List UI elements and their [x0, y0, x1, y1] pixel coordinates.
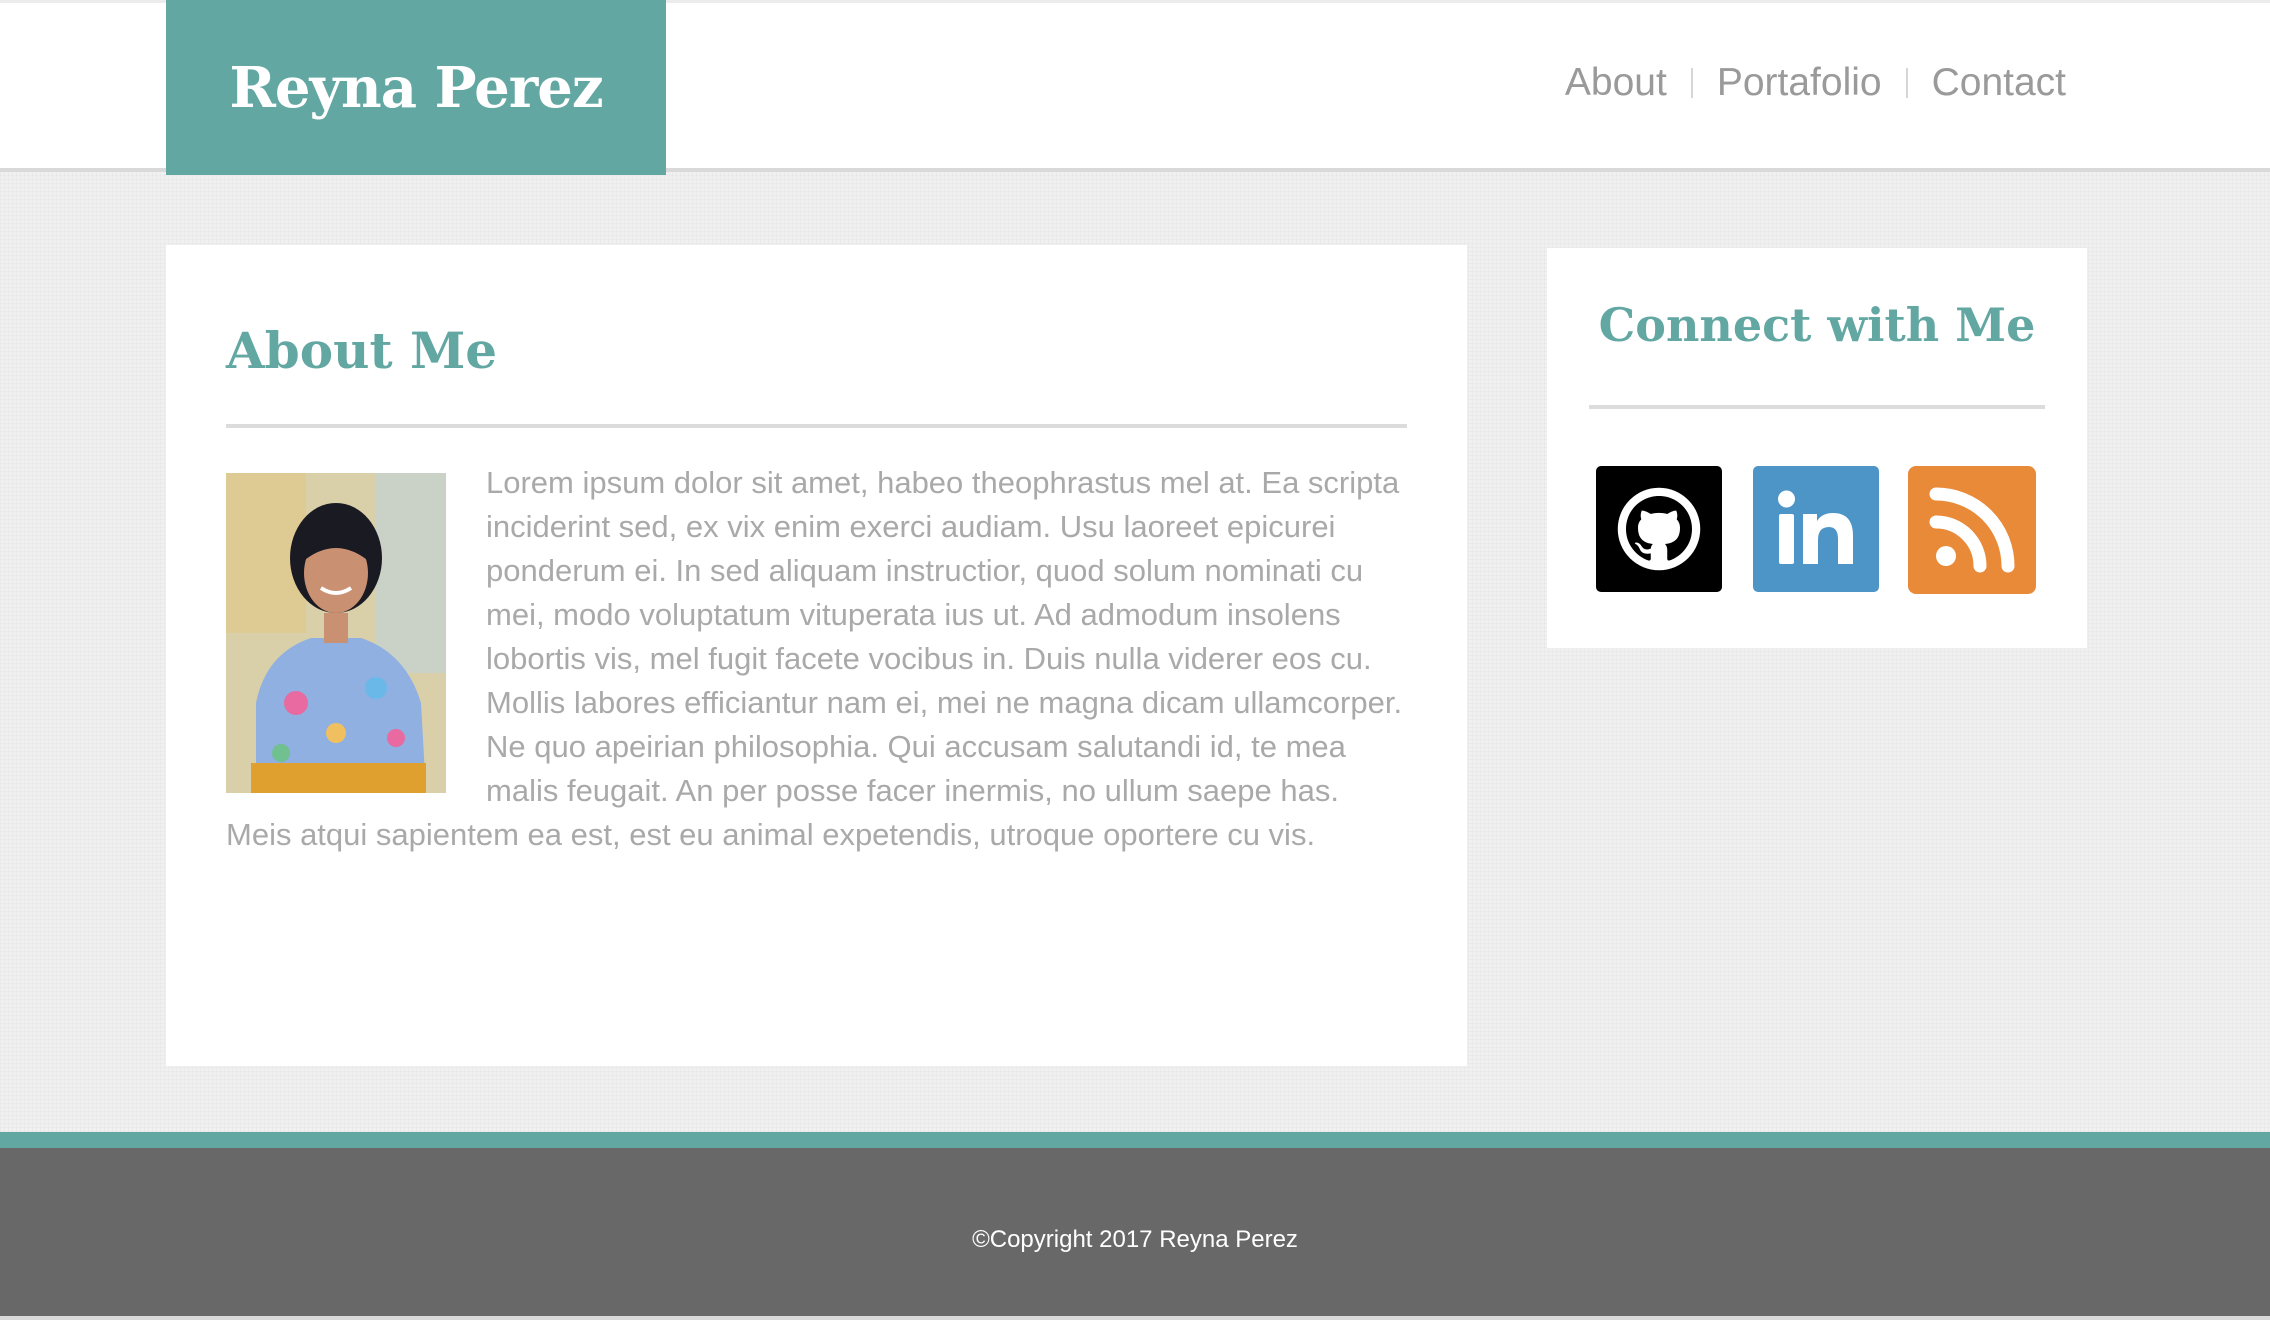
about-body: Lorem ipsum dolor sit amet, habeo theoph… [226, 461, 1407, 857]
linkedin-link[interactable] [1753, 466, 1879, 592]
copyright-text: ©Copyright 2017 Reyna Perez [972, 1226, 1298, 1253]
connect-title: Connect with Me [1598, 298, 2036, 352]
github-icon [1617, 487, 1701, 571]
rss-link[interactable] [1908, 466, 2036, 594]
site-footer: ©Copyright 2017 Reyna Perez [0, 1148, 2270, 1320]
nav-link-contact[interactable]: Contact [1932, 61, 2066, 105]
about-card: About Me Lorem ipsum dolor sit amet, hab… [166, 245, 1467, 1066]
site-header: Reyna Perez About Portafolio Contact [0, 0, 2270, 175]
nav-separator [1690, 68, 1693, 98]
connect-divider [1589, 405, 2045, 409]
about-divider [226, 424, 1407, 428]
linkedin-icon [1778, 490, 1853, 564]
footer-accent-bar [0, 1132, 2270, 1148]
main-nav: About Portafolio Contact [1565, 61, 2066, 105]
brand-block[interactable]: Reyna Perez [166, 0, 666, 175]
nav-link-portafolio[interactable]: Portafolio [1717, 61, 1882, 105]
about-title: About Me [226, 321, 498, 380]
brand-name: Reyna Perez [229, 54, 603, 121]
profile-photo [226, 473, 446, 793]
rss-icon [1929, 487, 2015, 573]
nav-link-about[interactable]: About [1565, 61, 1667, 105]
connect-card: Connect with Me [1547, 248, 2087, 648]
github-link[interactable] [1596, 466, 1722, 592]
nav-separator [1905, 68, 1908, 98]
